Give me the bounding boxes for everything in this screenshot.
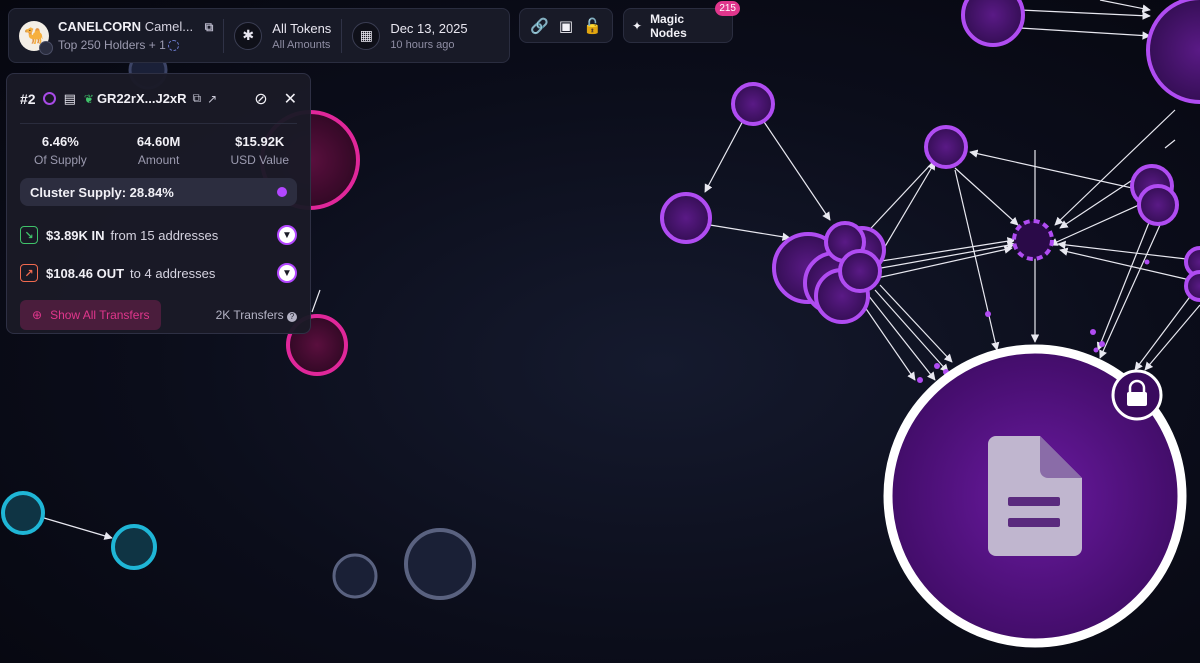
inflow-arrow-icon: ↘ <box>20 226 38 244</box>
document-icon: ▤ <box>63 90 76 106</box>
magic-nodes-button[interactable]: ✦ Magic Nodes 215 <box>623 1 740 43</box>
outflow-amount: $108.46 OUT <box>46 265 125 281</box>
holders-text: Top 250 Holders + 1 <box>58 38 166 52</box>
show-all-transfers-button[interactable]: ⊕ Show All Transfers <box>20 300 162 330</box>
stat-value: $15.92K <box>235 134 285 149</box>
cluster-supply-label: Cluster Supply: 28.84% <box>30 184 174 200</box>
stat-label: Of Supply <box>34 153 87 167</box>
stat-value: 64.60M <box>136 134 181 149</box>
save-icon[interactable]: ▣ <box>556 17 576 35</box>
sprout-icon: ❦ <box>83 91 94 106</box>
action-toolbar: 🔗 ▣ 🔓 <box>519 8 613 43</box>
stat-value: 6.46% <box>41 134 79 149</box>
stat-label: USD Value <box>230 153 289 167</box>
magic-nodes-label: Magic Nodes <box>650 11 687 40</box>
chevron-down-icon[interactable]: ▼ <box>277 263 297 283</box>
show-transfers-label: Show All Transfers <box>50 308 150 322</box>
unlock-icon[interactable]: 🔓 <box>583 17 603 35</box>
help-icon[interactable]: ? <box>287 312 297 322</box>
token-filter[interactable]: ✱ All Tokens All Amounts <box>224 9 341 62</box>
loading-icon <box>167 40 179 51</box>
lock-icon[interactable] <box>1111 369 1163 421</box>
token-desc: Camel... <box>144 19 194 34</box>
stat-supply: 6.46% Of Supply <box>34 134 87 167</box>
inflow-row[interactable]: ↘ $3.89K IN from 15 addresses ▼ <box>20 218 297 252</box>
date-relative: 10 hours ago <box>390 38 455 51</box>
stat-label: Amount <box>137 153 180 167</box>
purple-nodes[interactable] <box>660 0 1200 324</box>
token-avatar: 🐪 <box>19 20 53 55</box>
search-icon: ⊕ <box>32 308 43 322</box>
cluster-supply[interactable]: Cluster Supply: 28.84% <box>20 178 297 206</box>
calendar-icon: ▦ <box>352 21 381 50</box>
stat-amount: 64.60M Amount <box>137 134 180 167</box>
tokens-sub: All Amounts <box>272 38 331 51</box>
token-info[interactable]: 🐪 CANELCORN Camel... ⧉ Top 250 Holders +… <box>9 9 223 62</box>
token-name: CANELCORN <box>58 19 142 34</box>
external-link-icon[interactable]: ↗ <box>207 92 217 106</box>
inflow-amount: $3.89K IN <box>46 227 105 243</box>
hide-eye-icon[interactable]: ⊘ <box>254 89 267 109</box>
stat-usd: $15.92K USD Value <box>231 134 289 167</box>
chevron-down-icon[interactable]: ▼ <box>277 225 297 245</box>
panel-header: #2 ▤ ❦ GR22rX...J2xR ⧉ ↗ ⊘ ✕ <box>20 74 297 124</box>
date-label: Dec 13, 2025 <box>390 20 468 36</box>
date-picker[interactable]: ▦ Dec 13, 2025 10 hours ago <box>342 9 477 62</box>
link-icon[interactable]: 🔗 <box>529 17 549 35</box>
holders-label[interactable]: Top 250 Holders + 1 <box>58 38 213 52</box>
token-header-bar: 🐪 CANELCORN Camel... ⧉ Top 250 Holders +… <box>8 8 510 63</box>
tokens-title: All Tokens <box>272 20 332 36</box>
holder-stats: 6.46% Of Supply 64.60M Amount $15.92K US… <box>20 124 297 167</box>
magic-wand-icon: ✦ <box>632 18 643 33</box>
holder-address[interactable]: GR22rX...J2xR <box>97 91 187 106</box>
outflow-arrow-icon: ↗ <box>20 264 38 282</box>
holder-details-panel: #2 ▤ ❦ GR22rX...J2xR ⧉ ↗ ⊘ ✕ 6.46% Of Su… <box>6 73 311 334</box>
selected-node[interactable] <box>883 344 1187 648</box>
panel-footer: ⊕ Show All Transfers 2K Transfers ? <box>20 300 297 330</box>
stack-badge-icon <box>39 40 53 55</box>
close-icon[interactable]: ✕ <box>284 89 297 109</box>
magic-nodes-count: 215 <box>715 1 740 16</box>
copy-icon[interactable]: ⧉ <box>193 91 202 106</box>
transfers-count: 2K Transfers ? <box>216 308 297 322</box>
cluster-color-dot <box>277 187 287 197</box>
outflow-row[interactable]: ↗ $108.46 OUT to 4 addresses ▼ <box>20 256 297 290</box>
token-title: CANELCORN Camel... ⧉ <box>58 19 213 35</box>
transfers-count-text: 2K Transfers <box>215 308 284 322</box>
ring-icon <box>42 92 56 105</box>
copy-icon[interactable]: ⧉ <box>205 20 214 34</box>
inflow-detail: from 15 addresses <box>110 227 219 243</box>
outflow-detail: to 4 addresses <box>130 265 216 281</box>
asterisk-icon: ✱ <box>234 21 263 50</box>
holder-rank: #2 <box>20 90 36 107</box>
